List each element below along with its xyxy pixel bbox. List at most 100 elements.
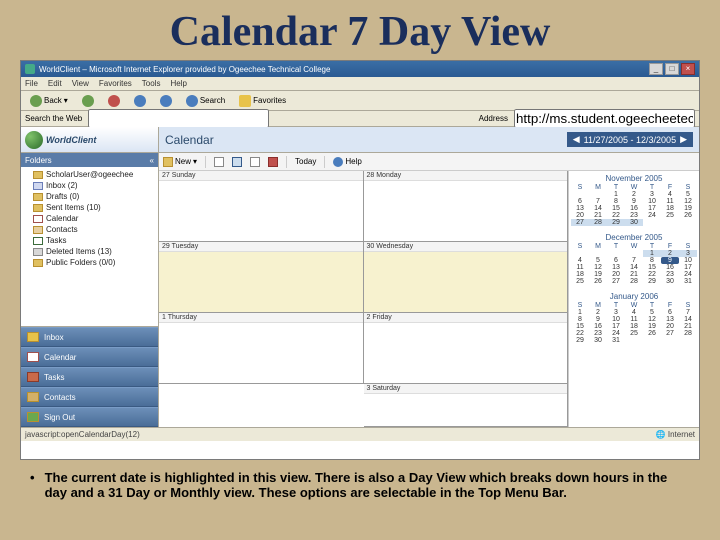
tree-item[interactable]: Inbox (2)	[23, 180, 156, 191]
mini-day[interactable]: 11	[571, 264, 589, 271]
mini-day[interactable]: 14	[589, 205, 607, 212]
day-cell[interactable]: 30 Wednesday	[364, 242, 569, 313]
mini-day[interactable]: 4	[661, 191, 679, 198]
mini-day[interactable]: 18	[625, 323, 643, 330]
day-cell[interactable]: 28 Monday	[364, 171, 569, 242]
mini-day[interactable]	[661, 219, 679, 226]
mini-day[interactable]	[571, 250, 589, 257]
mini-day[interactable]: 15	[607, 205, 625, 212]
menu-view[interactable]: View	[72, 79, 89, 88]
mini-day[interactable]	[625, 337, 643, 344]
tree-item[interactable]: Tasks	[23, 235, 156, 246]
day-cell[interactable]: 1 Thursday	[159, 313, 364, 384]
mini-day[interactable]: 30	[625, 219, 643, 226]
nav-inbox[interactable]: Inbox	[21, 327, 158, 347]
home-button[interactable]	[155, 93, 177, 109]
mini-day[interactable]: 1	[607, 191, 625, 198]
collapse-icon[interactable]: «	[150, 156, 154, 165]
mini-day[interactable]: 19	[643, 323, 661, 330]
mini-day[interactable]: 20	[571, 212, 589, 219]
mini-day[interactable]: 21	[625, 271, 643, 278]
mini-day[interactable]: 18	[661, 205, 679, 212]
mini-day[interactable]	[589, 250, 607, 257]
mini-day[interactable]: 11	[661, 198, 679, 205]
mini-day[interactable]: 16	[625, 205, 643, 212]
menu-help[interactable]: Help	[170, 79, 186, 88]
mini-day[interactable]: 12	[589, 264, 607, 271]
mini-day[interactable]: 15	[571, 323, 589, 330]
tree-item[interactable]: Drafts (0)	[23, 191, 156, 202]
tree-item[interactable]: Calendar	[23, 213, 156, 224]
search-input[interactable]	[88, 109, 269, 128]
mini-day[interactable]: 28	[589, 219, 607, 226]
mini-day[interactable]: 9	[625, 198, 643, 205]
mini-day[interactable]: 31	[679, 278, 697, 285]
mini-day[interactable]: 13	[661, 316, 679, 323]
mini-day[interactable]: 30	[589, 337, 607, 344]
mini-day[interactable]: 23	[589, 330, 607, 337]
mini-day[interactable]: 12	[679, 198, 697, 205]
mini-day[interactable]	[679, 337, 697, 344]
mini-day[interactable]: 3	[643, 191, 661, 198]
mini-day[interactable]: 15	[643, 264, 661, 271]
mini-day[interactable]: 5	[679, 191, 697, 198]
mini-day[interactable]: 9	[589, 316, 607, 323]
view-week-button[interactable]	[232, 157, 242, 167]
mini-day[interactable]: 24	[643, 212, 661, 219]
mini-day[interactable]: 5	[643, 309, 661, 316]
mini-day[interactable]: 29	[643, 278, 661, 285]
mini-day[interactable]: 8	[643, 257, 661, 264]
mini-day[interactable]: 24	[607, 330, 625, 337]
today-button[interactable]: Today	[295, 157, 316, 166]
mini-day[interactable]: 19	[679, 205, 697, 212]
day-cell[interactable]: 3 Saturday	[364, 384, 569, 427]
mini-day[interactable]: 13	[571, 205, 589, 212]
mini-day[interactable]: 6	[571, 198, 589, 205]
mini-day[interactable]: 25	[661, 212, 679, 219]
menu-edit[interactable]: Edit	[48, 79, 62, 88]
mini-day[interactable]: 27	[571, 219, 589, 226]
mini-day[interactable]: 3	[679, 250, 697, 257]
mini-day[interactable]: 18	[571, 271, 589, 278]
back-button[interactable]: Back ▾	[25, 93, 73, 109]
mini-day[interactable]: 10	[679, 257, 697, 264]
mini-day[interactable]: 20	[661, 323, 679, 330]
help-button[interactable]: Help	[333, 157, 361, 167]
tree-item[interactable]: Sent Items (10)	[23, 202, 156, 213]
mini-day[interactable]: 3	[607, 309, 625, 316]
view-month-button[interactable]	[250, 157, 260, 167]
nav-calendar[interactable]: Calendar	[21, 347, 158, 367]
mini-day[interactable]	[607, 250, 625, 257]
mini-day[interactable]: 22	[643, 271, 661, 278]
mini-day[interactable]: 23	[661, 271, 679, 278]
mini-day[interactable]: 10	[607, 316, 625, 323]
mini-day[interactable]: 17	[679, 264, 697, 271]
mini-day[interactable]: 1	[643, 250, 661, 257]
mini-day[interactable]: 19	[589, 271, 607, 278]
mini-day[interactable]: 28	[679, 330, 697, 337]
mini-day[interactable]: 13	[607, 264, 625, 271]
mini-day[interactable]: 31	[607, 337, 625, 344]
mini-day[interactable]: 12	[643, 316, 661, 323]
forward-button[interactable]	[77, 93, 99, 109]
mini-day[interactable]: 8	[607, 198, 625, 205]
address-input[interactable]	[514, 109, 695, 128]
mini-day[interactable]	[571, 191, 589, 198]
mini-day[interactable]: 17	[607, 323, 625, 330]
day-cell[interactable]: 29 Tuesday	[159, 242, 364, 313]
mini-day[interactable]: 26	[679, 212, 697, 219]
tree-item[interactable]: ScholarUser@ogeechee	[23, 169, 156, 180]
mini-day[interactable]: 21	[589, 212, 607, 219]
maximize-button[interactable]: □	[665, 63, 679, 75]
mini-day[interactable]: 9	[661, 257, 679, 264]
mini-day[interactable]	[643, 337, 661, 344]
day-cell[interactable]: 2 Friday	[364, 313, 569, 384]
mini-day[interactable]	[643, 219, 661, 226]
tree-item[interactable]: Public Folders (0/0)	[23, 257, 156, 268]
mini-day[interactable]: 17	[643, 205, 661, 212]
prev-week-button[interactable]: ◀	[573, 134, 580, 145]
tree-item[interactable]: Deleted Items (13)	[23, 246, 156, 257]
mini-day[interactable]	[661, 337, 679, 344]
close-button[interactable]: ×	[681, 63, 695, 75]
mini-day[interactable]: 2	[625, 191, 643, 198]
